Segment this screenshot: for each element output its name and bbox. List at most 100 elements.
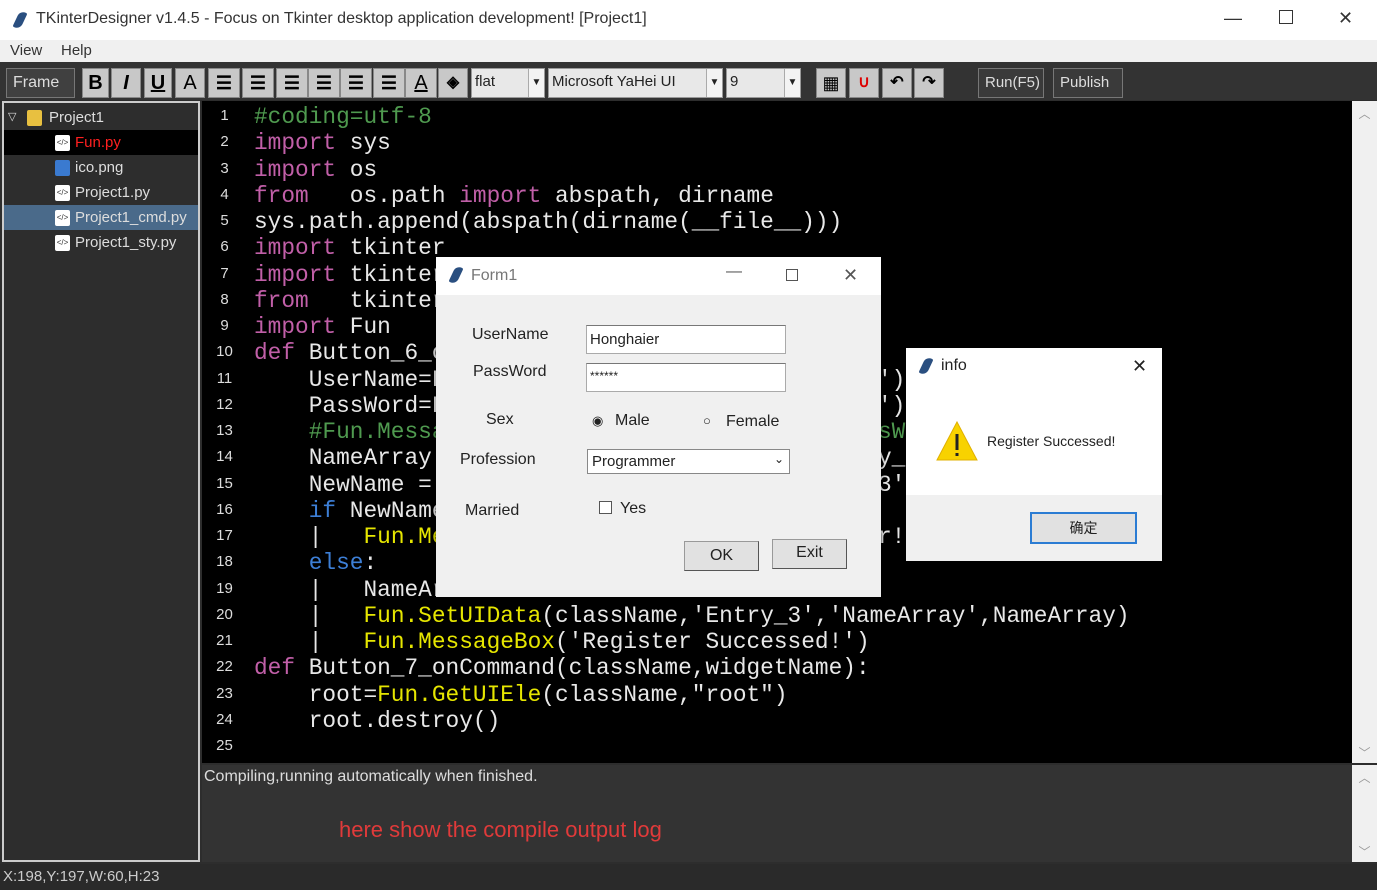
code-line: PassWord=F xyxy=(254,393,446,419)
tree-item[interactable]: </> Fun.py xyxy=(4,130,198,155)
code-token: abspath, dirname xyxy=(541,182,774,209)
align-top-icon[interactable]: ☰ xyxy=(308,68,340,98)
info-button-area: 确定 xyxy=(906,495,1162,561)
line-number: 25 xyxy=(216,737,233,754)
code-token: import xyxy=(254,235,337,262)
code-line: from os.path import abspath, dirname xyxy=(254,183,774,209)
expand-triangle-icon[interactable]: ▽ xyxy=(8,105,16,130)
info-title: info xyxy=(941,357,967,374)
font-size-select[interactable]: 9 ▼ xyxy=(726,68,801,98)
align-middle-icon[interactable]: ☰ xyxy=(340,68,372,98)
relief-value: flat xyxy=(475,73,496,90)
code-line: | Fun.MessageBox('Register Successed!') xyxy=(254,629,870,655)
project-icon xyxy=(27,110,42,126)
frame-button[interactable]: Frame xyxy=(6,68,75,98)
minimize-button[interactable]: — xyxy=(1224,8,1242,29)
code-token: root= xyxy=(254,681,378,708)
code-token: NameArray xyxy=(254,445,432,472)
radio-male[interactable]: ◉ xyxy=(592,413,603,429)
line-number: 9 xyxy=(220,317,229,334)
publish-button[interactable]: Publish xyxy=(1053,68,1123,98)
code-token: sys.path.append(abspath(dirname(__file__… xyxy=(254,209,843,235)
tree-root-label: Project1 xyxy=(49,109,105,126)
output-hint: here show the compile output log xyxy=(339,817,662,842)
code-line: import os xyxy=(254,157,377,183)
profession-combobox[interactable]: Programmer ⌄ xyxy=(587,449,790,474)
scroll-up-icon[interactable]: ︿ xyxy=(1352,769,1377,786)
align-center-icon[interactable]: ☰ xyxy=(242,68,274,98)
fill-color-icon[interactable]: ◈ xyxy=(438,68,468,98)
code-line: NewName = xyxy=(254,472,432,498)
married-checkbox[interactable] xyxy=(599,501,612,514)
code-line: | Fun.Me xyxy=(254,524,446,550)
line-number: 17 xyxy=(216,527,233,544)
run-button[interactable]: Run(F5) xyxy=(978,68,1044,98)
align-right-icon[interactable]: ☰ xyxy=(276,68,308,98)
tree-item[interactable]: </> Project1.py xyxy=(4,180,198,205)
close-button[interactable]: ✕ xyxy=(843,265,858,286)
image-file-icon xyxy=(55,160,70,176)
close-button[interactable]: ✕ xyxy=(1132,356,1147,377)
line-number: 21 xyxy=(216,632,233,649)
align-left-icon[interactable]: ☰ xyxy=(208,68,240,98)
code-token: Button_7_onCommand(className,widgetName)… xyxy=(295,655,870,682)
line-number: 6 xyxy=(220,238,229,256)
code-token: #Fun.Messa xyxy=(254,419,446,445)
bold-button[interactable]: B xyxy=(82,68,109,98)
scroll-down-icon[interactable]: ﹀ xyxy=(1352,843,1377,860)
underline-button[interactable]: U xyxy=(144,68,172,98)
code-token: import xyxy=(254,314,337,340)
code-token: Fun.Me xyxy=(363,524,446,550)
profession-label: Profession xyxy=(460,451,536,468)
close-button[interactable]: ✕ xyxy=(1338,8,1353,29)
relief-select[interactable]: flat ▼ xyxy=(471,68,545,98)
feather-icon xyxy=(448,265,464,285)
line-number: 7 xyxy=(220,264,229,282)
feather-icon xyxy=(918,356,934,376)
tree-item-label: ico.png xyxy=(75,159,124,176)
overstrike-button[interactable]: A xyxy=(175,68,205,98)
grid-icon[interactable]: ▦ xyxy=(816,68,846,98)
scroll-up-icon[interactable]: ︿ xyxy=(1352,105,1377,122)
italic-button[interactable]: I xyxy=(111,68,141,98)
line-number: 2 xyxy=(220,133,229,151)
minimize-button[interactable]: — xyxy=(726,263,742,281)
code-line: #coding=utf-8 xyxy=(254,104,432,130)
tree-item[interactable]: ico.png xyxy=(4,155,198,180)
status-bar: X:198,Y:197,W:60,H:23 xyxy=(0,864,1377,890)
python-file-icon: </> xyxy=(55,135,70,151)
maximize-button[interactable] xyxy=(1279,10,1293,24)
menu-view[interactable]: View xyxy=(10,42,42,59)
magnet-icon[interactable]: ∪ xyxy=(849,68,879,98)
line-number: 11 xyxy=(216,369,233,387)
editor-scrollbar[interactable]: ︿ ﹀ xyxy=(1352,101,1377,763)
exit-button[interactable]: Exit xyxy=(772,539,847,569)
undo-icon[interactable]: ↶ xyxy=(882,68,912,98)
radio-female[interactable]: ○ xyxy=(703,413,711,428)
ok-button[interactable]: OK xyxy=(684,541,759,571)
scroll-down-icon[interactable]: ﹀ xyxy=(1352,744,1377,761)
password-input[interactable]: ****** xyxy=(586,363,786,392)
tree-item[interactable]: </> Project1_cmd.py xyxy=(4,205,198,230)
font-value: Microsoft YaHei UI xyxy=(552,73,676,90)
align-bottom-icon[interactable]: ☰ xyxy=(373,68,405,98)
info-message: Register Successed! xyxy=(987,433,1116,449)
code-token: | xyxy=(254,629,364,655)
code-fragment: ') xyxy=(878,392,906,419)
code-line: root=Fun.GetUIEle(className,"root") xyxy=(254,682,788,708)
font-size-value: 9 xyxy=(730,73,739,90)
font-select[interactable]: Microsoft YaHei UI ▼ xyxy=(548,68,723,98)
maximize-button[interactable] xyxy=(786,269,798,281)
married-option-label: Yes xyxy=(620,500,647,517)
code-token: (className,'Entry_3','NameArray',NameArr… xyxy=(541,602,1130,629)
font-color-icon[interactable]: A xyxy=(405,68,437,98)
confirm-button[interactable]: 确定 xyxy=(1030,512,1137,544)
code-token: NewName xyxy=(336,497,446,524)
output-scrollbar[interactable]: ︿ ﹀ xyxy=(1352,765,1377,862)
menu-help[interactable]: Help xyxy=(61,42,92,59)
tree-item[interactable]: </> Project1_sty.py xyxy=(4,230,198,255)
redo-icon[interactable]: ↷ xyxy=(914,68,944,98)
tree-item-label: Fun.py xyxy=(75,134,121,151)
username-input[interactable]: Honghaier xyxy=(586,325,786,354)
tree-root[interactable]: ▽ Project1 xyxy=(4,105,198,130)
